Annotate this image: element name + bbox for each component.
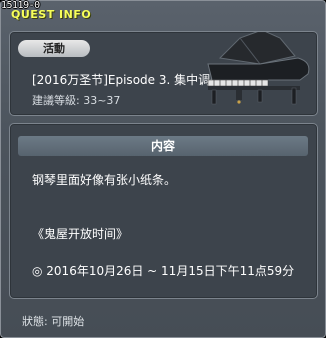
- schedule-dates: ◎ 2016年10月26日 ~ 11月15日下午11点59分: [32, 264, 295, 278]
- schedule-title: 《鬼屋开放时间》: [32, 227, 129, 241]
- quest-summary-panel: 活動 [2016万圣节]Episode 3. 集中调查 建議等級: 33~37: [9, 31, 318, 116]
- quest-info-window: 活動 [2016万圣节]Episode 3. 集中调查 建議等級: 33~37: [0, 0, 326, 338]
- quest-status: 狀態: 可開始: [22, 315, 85, 328]
- level-requirement: 建議等級: 33~37: [32, 94, 121, 107]
- category-badge: 活動: [18, 40, 90, 57]
- quest-id: 15119-0: [1, 0, 40, 11]
- content-header: 内容: [18, 136, 308, 156]
- quest-name: [2016万圣节]Episode 3. 集中调查: [32, 73, 220, 87]
- grand-piano-icon: [207, 32, 310, 105]
- quest-content-panel: 内容 钢琴里面好像有张小纸条。 《鬼屋开放时间》 ◎ 2016年10月26日 ~…: [9, 123, 318, 299]
- quest-description: 钢琴里面好像有张小纸条。: [32, 173, 177, 187]
